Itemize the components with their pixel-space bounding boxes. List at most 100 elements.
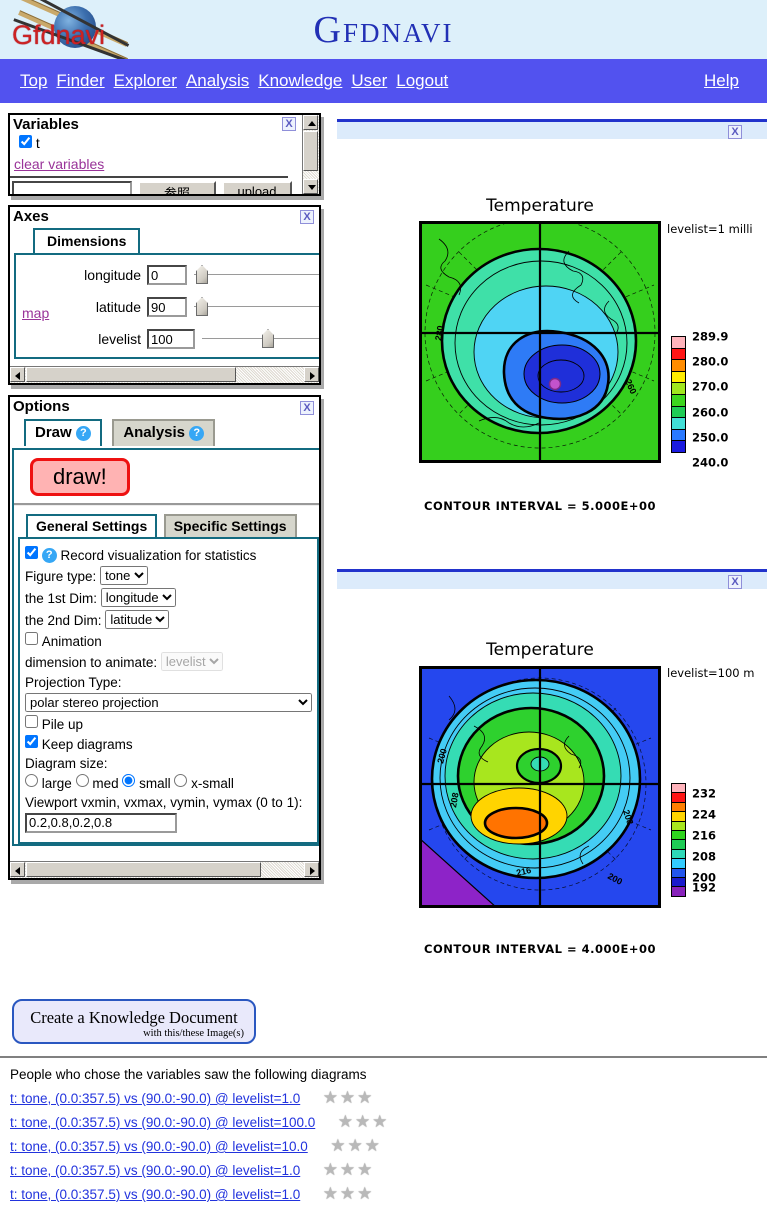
rating-stars-icon[interactable]: ★★★ (323, 1160, 375, 1179)
slider-handle[interactable] (319, 265, 321, 284)
scroll-left-button[interactable] (10, 862, 25, 877)
projection-label: Projection Type: (25, 675, 122, 690)
figure-type-select[interactable]: tone (100, 566, 148, 585)
scrollbar-thumb[interactable] (26, 367, 236, 382)
diagram-link[interactable]: t: tone, (0.0:357.5) vs (90.0:-90.0) @ l… (10, 1187, 300, 1202)
size-radio-small[interactable] (122, 774, 135, 787)
nav-link-knowledge[interactable]: Knowledge (258, 71, 342, 91)
animate-dim-label: dimension to animate: (25, 655, 157, 670)
slider-track (194, 306, 321, 308)
scroll-left-button[interactable] (10, 367, 25, 382)
tab-draw[interactable]: Draw ? (24, 419, 102, 446)
plot-1-colorbar: 289.9280.0270.0260.0250.0240.0 (671, 337, 686, 453)
browse-button[interactable]: 参照 (138, 181, 216, 196)
close-icon[interactable]: X (728, 125, 742, 139)
rating-stars-icon[interactable]: ★★★ (323, 1184, 375, 1203)
slider-handle[interactable] (262, 329, 274, 348)
upload-button[interactable]: upload (222, 181, 292, 196)
record-checkbox[interactable] (25, 546, 38, 559)
keep-diagrams-checkbox[interactable] (25, 735, 38, 748)
dim1-select[interactable]: longitude (101, 588, 176, 607)
help-icon[interactable]: ? (189, 426, 204, 441)
scroll-down-button[interactable] (303, 179, 318, 194)
nav-link-analysis[interactable]: Analysis (186, 71, 249, 91)
rating-stars-icon[interactable]: ★★★ (330, 1136, 382, 1155)
options-panel-title: Options (10, 397, 319, 415)
variable-checkbox-t[interactable] (19, 135, 32, 148)
tab-specific-settings[interactable]: Specific Settings (164, 514, 297, 537)
tab-general-settings[interactable]: General Settings (26, 514, 157, 537)
size-label-small: small (139, 776, 171, 791)
nav-link-user[interactable]: User (351, 71, 387, 91)
horizontal-scrollbar[interactable] (10, 366, 319, 383)
vertical-scrollbar[interactable] (302, 115, 319, 194)
scroll-right-button[interactable] (304, 862, 319, 877)
tab-analysis[interactable]: Analysis ? (112, 419, 215, 446)
help-icon[interactable]: ? (76, 426, 91, 441)
diagram-link[interactable]: t: tone, (0.0:357.5) vs (90.0:-90.0) @ l… (10, 1115, 315, 1130)
tab-dimensions[interactable]: Dimensions (33, 228, 140, 253)
diagram-link[interactable]: t: tone, (0.0:357.5) vs (90.0:-90.0) @ l… (10, 1139, 308, 1154)
scrollbar-thumb[interactable] (26, 862, 261, 877)
rating-stars-icon[interactable]: ★★★ (323, 1088, 375, 1107)
colorbar-label: 270.0 (692, 380, 728, 394)
latitude-input[interactable] (147, 297, 187, 317)
pile-up-label: Pile up (42, 717, 83, 732)
plot-2-map: 200 208 216 208 200 (419, 666, 661, 908)
colorbar-label: 240.0 (692, 455, 728, 469)
slider-handle[interactable] (319, 297, 321, 316)
diagram-link[interactable]: t: tone, (0.0:357.5) vs (90.0:-90.0) @ l… (10, 1091, 300, 1106)
projection-select[interactable]: polar stereo projection (25, 693, 312, 712)
viewport-input[interactable] (25, 813, 177, 833)
help-icon[interactable]: ? (42, 548, 57, 563)
dim2-select[interactable]: latitude (105, 610, 169, 629)
divider (0, 1056, 767, 1058)
plot-1-map: 280 260 (419, 221, 661, 463)
size-radio-x-small[interactable] (174, 774, 187, 787)
draw-button[interactable]: draw! (30, 458, 130, 496)
diagram-size-options-row: large med small x-small (25, 774, 314, 791)
close-icon[interactable]: X (300, 401, 314, 415)
nav-link-top[interactable]: Top (20, 71, 47, 91)
nav-link-explorer[interactable]: Explorer (114, 71, 177, 91)
animation-checkbox[interactable] (25, 632, 38, 645)
nav-link-logout[interactable]: Logout (396, 71, 448, 91)
size-label-med: med (92, 776, 118, 791)
main-navbar: Top Finder Explorer Analysis Knowledge U… (0, 59, 767, 103)
arrow-left-icon (15, 372, 20, 380)
record-label: Record visualization for statistics (61, 548, 257, 563)
scroll-up-button[interactable] (303, 115, 318, 130)
close-icon[interactable]: X (282, 117, 296, 131)
scroll-right-button[interactable] (304, 367, 319, 382)
animate-dim-select[interactable]: levelist (161, 652, 223, 671)
levelist-input[interactable] (147, 329, 195, 349)
rating-stars-icon[interactable]: ★★★ (338, 1112, 390, 1131)
related-diagram-row: t: tone, (0.0:357.5) vs (90.0:-90.0) @ l… (10, 1184, 374, 1204)
animation-label: Animation (42, 634, 102, 649)
projection-label-row: Projection Type: (25, 674, 314, 690)
size-radio-large[interactable] (25, 774, 38, 787)
related-diagram-row: t: tone, (0.0:357.5) vs (90.0:-90.0) @ l… (10, 1160, 374, 1180)
close-icon[interactable]: X (300, 210, 314, 224)
nav-link-finder[interactable]: Finder (56, 71, 104, 91)
slider-handle[interactable] (196, 265, 208, 284)
colorbar-label: 250.0 (692, 430, 728, 444)
create-knowledge-document-button[interactable]: Create a Knowledge Document with this/th… (12, 999, 256, 1044)
longitude-input[interactable] (147, 265, 187, 285)
pile-up-checkbox[interactable] (25, 715, 38, 728)
size-label-large: large (42, 776, 72, 791)
nav-link-help[interactable]: Help (704, 71, 739, 91)
clear-variables-link[interactable]: clear variables (14, 156, 104, 172)
scrollbar-thumb[interactable] (303, 131, 318, 171)
file-upload-input[interactable] (12, 181, 132, 196)
colorbar-label: 216 (692, 828, 716, 842)
latitude-slider[interactable] (194, 297, 321, 317)
close-icon[interactable]: X (728, 575, 742, 589)
horizontal-scrollbar[interactable] (10, 861, 319, 878)
slider-handle[interactable] (196, 297, 208, 316)
axis-label: latitude (16, 299, 141, 315)
size-radio-med[interactable] (76, 774, 89, 787)
levelist-slider[interactable] (202, 329, 321, 349)
diagram-link[interactable]: t: tone, (0.0:357.5) vs (90.0:-90.0) @ l… (10, 1163, 300, 1178)
longitude-slider[interactable] (194, 265, 321, 285)
